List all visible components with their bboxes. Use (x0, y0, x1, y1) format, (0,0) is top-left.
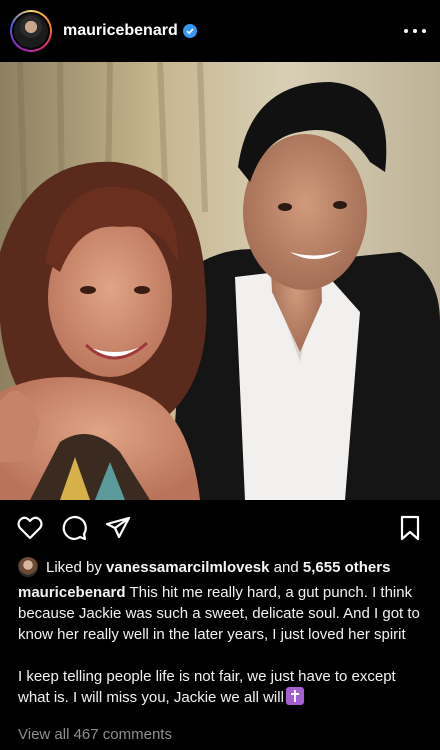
likes-conjunction: and (273, 558, 299, 576)
post-caption: mauricebenard This hit me really hard, a… (18, 582, 428, 708)
likes-others-count[interactable]: 5,655 others (303, 559, 391, 576)
caption-username[interactable]: mauricebenard (18, 584, 126, 601)
share-icon[interactable] (104, 514, 132, 542)
action-bar (0, 504, 440, 550)
cross-emoji-icon (285, 687, 304, 705)
view-all-comments-link[interactable]: View all 467 comments (18, 726, 172, 743)
bookmark-icon[interactable] (396, 514, 424, 542)
post-username[interactable]: mauricebenard (63, 22, 178, 40)
post-photo[interactable] (0, 62, 440, 500)
verified-badge-icon (182, 24, 197, 38)
post-header: mauricebenard (0, 0, 440, 62)
liker-username[interactable]: vanessamarcilmlovesk (106, 559, 269, 576)
heart-icon[interactable] (16, 514, 44, 542)
caption-text-2: I keep telling people life is not fair, … (18, 668, 400, 706)
comment-icon[interactable] (60, 514, 88, 542)
story-ring[interactable] (10, 10, 52, 52)
profile-avatar[interactable] (12, 12, 50, 50)
more-options-icon[interactable] (404, 21, 426, 41)
liker-avatar[interactable] (18, 557, 38, 577)
likes-row[interactable]: Liked by vanessamarcilmlovesk and 5,655 … (18, 555, 390, 579)
likes-prefix: Liked by (46, 558, 102, 576)
